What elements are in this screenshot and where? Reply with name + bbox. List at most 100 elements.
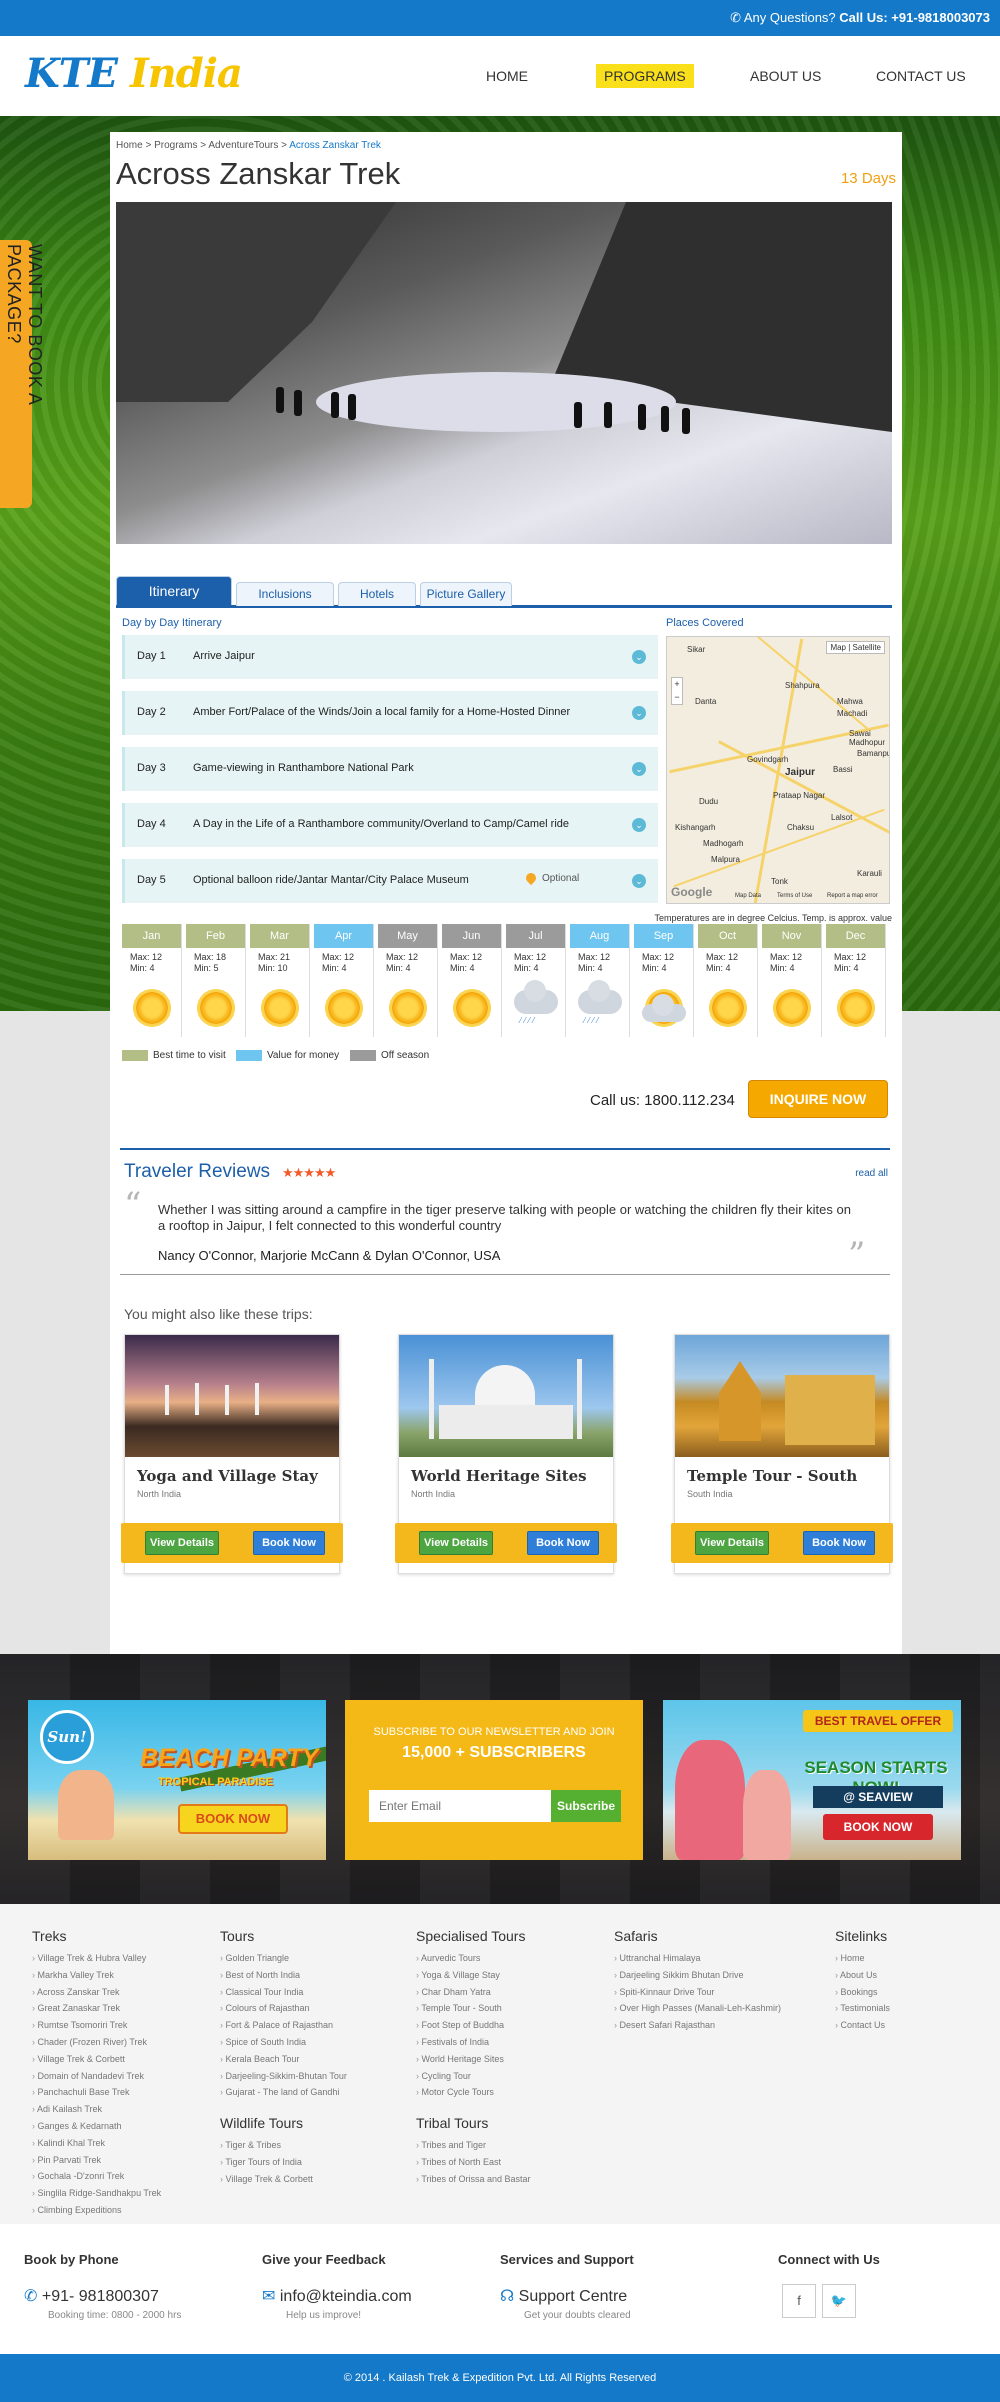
footer-link[interactable]: Char Dham Yatra <box>416 1984 531 2001</box>
footer-link[interactable]: Foot Step of Buddha <box>416 2017 531 2034</box>
tab-hotels[interactable]: Hotels <box>338 582 416 606</box>
footer-link[interactable]: Pin Parvati Trek <box>32 2152 161 2169</box>
nav-about[interactable]: ABOUT US <box>742 64 829 88</box>
footer-link[interactable]: Across Zanskar Trek <box>32 1984 161 2001</box>
itinerary-day[interactable]: Day 2 Amber Fort/Palace of the Winds/Joi… <box>122 691 658 735</box>
chevron-down-icon[interactable]: ⌄ <box>632 762 646 776</box>
footer-link[interactable]: Darjeeling Sikkim Bhutan Drive <box>614 1967 781 1984</box>
subscribe-button[interactable]: Subscribe <box>551 1790 621 1822</box>
logo[interactable]: KTE India <box>25 50 243 97</box>
footer-link[interactable]: Cycling Tour <box>416 2068 531 2085</box>
footer-link[interactable]: Chader (Frozen River) Trek <box>32 2034 161 2051</box>
beach-party-banner[interactable]: Sun! BEACH PARTY TROPICAL PARADISE BOOK … <box>28 1700 326 1860</box>
footer-link[interactable]: Domain of Nandadevi Trek <box>32 2068 161 2085</box>
email-input[interactable] <box>369 1790 551 1822</box>
footer-link[interactable]: Contact Us <box>835 2017 890 2034</box>
footer-link[interactable]: Tiger Tours of India <box>220 2154 347 2171</box>
chevron-down-icon[interactable]: ⌄ <box>632 650 646 664</box>
footer-link[interactable]: Yoga & Village Stay <box>416 1967 531 1984</box>
footer-link[interactable]: Aurvedic Tours <box>416 1950 531 1967</box>
footer-link[interactable]: Tiger & Tribes <box>220 2137 347 2154</box>
footer-link[interactable]: Tribes of North East <box>416 2154 531 2171</box>
tab-picture-gallery[interactable]: Picture Gallery <box>420 582 512 606</box>
footer-link[interactable]: Motor Cycle Tours <box>416 2084 531 2101</box>
nav-contact[interactable]: CONTACT US <box>868 64 974 88</box>
book-package-tab[interactable]: WANT TO BOOK A PACKAGE? <box>0 240 45 508</box>
offer-book-button[interactable]: BOOK NOW <box>823 1814 933 1840</box>
footer-link[interactable]: Spice of South India <box>220 2034 347 2051</box>
footer-link[interactable]: Village Trek & Corbett <box>32 2051 161 2068</box>
footer-link[interactable]: Darjeeling-Sikkim-Bhutan Tour <box>220 2068 347 2085</box>
trip-card[interactable]: World Heritage Sites North India View De… <box>395 1334 617 1574</box>
footer-link[interactable]: Testimonials <box>835 2000 890 2017</box>
view-details-button[interactable]: View Details <box>695 1531 769 1555</box>
footer-link[interactable]: Festivals of India <box>416 2034 531 2051</box>
read-all-link[interactable]: read all <box>855 1168 888 1179</box>
book-now-button[interactable]: Book Now <box>253 1531 325 1555</box>
footer-link[interactable]: Fort & Palace of Rajasthan <box>220 2017 347 2034</box>
inquire-now-button[interactable]: INQUIRE NOW <box>748 1080 888 1118</box>
chevron-down-icon[interactable]: ⌄ <box>632 706 646 720</box>
footer-link[interactable]: Adi Kailash Trek <box>32 2101 161 2118</box>
footer-link[interactable]: Gujarat - The land of Gandhi <box>220 2084 347 2101</box>
footer-link[interactable]: Spiti-Kinnaur Drive Tour <box>614 1984 781 2001</box>
tab-inclusions[interactable]: Inclusions <box>236 582 334 606</box>
footer-link[interactable]: Gochala -D'zonri Trek <box>32 2168 161 2185</box>
footer-link[interactable]: Kalindi Khal Trek <box>32 2135 161 2152</box>
footer-link[interactable]: Classical Tour India <box>220 1984 347 2001</box>
places-map[interactable]: Map | Satellite + − Sikar Shahpura Danta … <box>666 636 890 904</box>
crumb-home[interactable]: Home <box>116 140 143 151</box>
footer-link[interactable]: Desert Safari Rajasthan <box>614 2017 781 2034</box>
book-now-button[interactable]: Book Now <box>803 1531 875 1555</box>
support-link[interactable]: ☊ Support Centre <box>500 2286 627 2306</box>
phone-contact[interactable]: ✆ Any Questions? Call Us: +91-9818003073 <box>730 10 990 26</box>
footer-link[interactable]: Colours of Rajasthan <box>220 2000 347 2017</box>
itinerary-day[interactable]: Day 5 Optional balloon ride/Jantar Manta… <box>122 859 658 903</box>
footer-link[interactable]: Climbing Expeditions <box>32 2202 161 2219</box>
footer-link[interactable]: About Us <box>835 1967 890 1984</box>
footer-link[interactable]: Tribes and Tiger <box>416 2137 531 2154</box>
facebook-icon[interactable]: f <box>782 2284 816 2318</box>
footer-link[interactable]: Kerala Beach Tour <box>220 2051 347 2068</box>
itinerary-day[interactable]: Day 3 Game-viewing in Ranthambore Nation… <box>122 747 658 791</box>
email-link[interactable]: ✉ info@kteindia.com <box>262 2286 412 2306</box>
nav-programs[interactable]: PROGRAMS <box>596 64 694 88</box>
footer-link[interactable]: World Heritage Sites <box>416 2051 531 2068</box>
chevron-down-icon[interactable]: ⌄ <box>632 818 646 832</box>
footer-link[interactable]: Village Trek & Corbett <box>220 2171 347 2188</box>
view-details-button[interactable]: View Details <box>419 1531 493 1555</box>
trip-card[interactable]: Yoga and Village Stay North India View D… <box>121 1334 343 1574</box>
footer-link[interactable]: Home <box>835 1950 890 1967</box>
crumb-adventure[interactable]: AdventureTours <box>208 140 278 151</box>
travel-offer-banner[interactable]: BEST TRAVEL OFFER SEASON STARTS NOW! @ S… <box>663 1700 961 1860</box>
trip-card[interactable]: Temple Tour - South South India View Det… <box>671 1334 893 1574</box>
phone-value[interactable]: ✆ +91- 981800307 <box>24 2286 159 2306</box>
crumb-programs[interactable]: Programs <box>154 140 197 151</box>
zoom-controls[interactable]: + − <box>671 677 683 705</box>
tab-itinerary[interactable]: Itinerary <box>116 576 232 605</box>
nav-home[interactable]: HOME <box>478 64 536 88</box>
beach-book-button[interactable]: BOOK NOW <box>178 1804 288 1834</box>
footer-link[interactable]: Best of North India <box>220 1967 347 1984</box>
footer-link[interactable]: Village Trek & Hubra Valley <box>32 1950 161 1967</box>
footer-link[interactable]: Panchachuli Base Trek <box>32 2084 161 2101</box>
footer-link[interactable]: Tribes of Orissa and Bastar <box>416 2171 530 2188</box>
footer-link[interactable]: Markha Valley Trek <box>32 1967 161 1984</box>
footer-link[interactable]: Temple Tour - South <box>416 2000 531 2017</box>
book-now-button[interactable]: Book Now <box>527 1531 599 1555</box>
footer-link[interactable]: Bookings <box>835 1984 890 2001</box>
footer-link[interactable]: Ganges & Kedarnath <box>32 2118 161 2135</box>
footer-link[interactable]: Singlila Ridge-Sandhakpu Trek <box>32 2185 162 2202</box>
twitter-icon[interactable]: 🐦 <box>822 2284 856 2318</box>
map-type-control[interactable]: Map | Satellite <box>826 641 885 654</box>
itinerary-day[interactable]: Day 1 Arrive Jaipur ⌄ <box>122 635 658 679</box>
footer-link[interactable]: Great Zanaskar Trek <box>32 2000 161 2017</box>
chevron-down-icon[interactable]: ⌄ <box>632 874 646 888</box>
footer-link[interactable]: Golden Triangle <box>220 1950 347 1967</box>
footer-link[interactable]: Over High Passes (Manali-Leh-Kashmir) <box>614 2000 782 2017</box>
view-details-button[interactable]: View Details <box>145 1531 219 1555</box>
review-author: Nancy O'Connor, Marjorie McCann & Dylan … <box>158 1248 501 1263</box>
itinerary-day[interactable]: Day 4 A Day in the Life of a Ranthambore… <box>122 803 658 847</box>
footer-link[interactable]: Uttranchal Himalaya <box>614 1950 781 1967</box>
footer-link[interactable]: Rumtse Tsomoriri Trek <box>32 2017 161 2034</box>
